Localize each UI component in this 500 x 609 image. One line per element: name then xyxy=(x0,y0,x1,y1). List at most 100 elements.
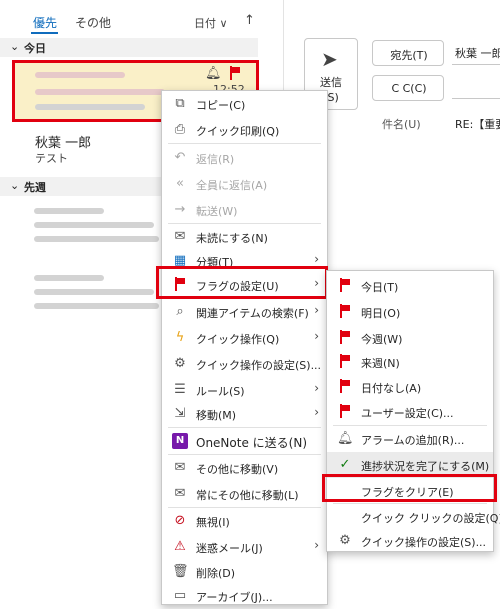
flag-icon xyxy=(337,304,353,320)
flag-item-this-week[interactable]: 今週(W) xyxy=(327,325,493,351)
junk-icon: ⚠ xyxy=(174,539,186,554)
copy-icon: ⧉ xyxy=(175,96,185,111)
bell-icon: 🔔︎ xyxy=(205,66,222,81)
ignore-icon: ⊘ xyxy=(174,513,186,528)
cc-button[interactable]: C C(C) xyxy=(372,75,444,101)
menu-item-label: ルール(S) xyxy=(196,385,245,398)
menu-item-label: 転送(W) xyxy=(196,205,238,218)
move-icon: ⇲ xyxy=(174,406,186,421)
menu-item-label: 常にその他に移動(L) xyxy=(196,489,299,502)
sort-direction-icon[interactable]: ↑ xyxy=(244,13,255,28)
menu-item-rules[interactable]: ☰ ルール(S) › xyxy=(162,377,327,403)
archive-icon: ▭ xyxy=(173,588,187,603)
menu-item-junk[interactable]: ⚠ 迷惑メール(J) › xyxy=(162,534,327,560)
menu-item-label: 進捗状況を完了にする(M) xyxy=(361,460,490,473)
chevron-right-icon: › xyxy=(314,538,319,552)
flag-item-quick-click-settings[interactable]: クイック クリックの設定(Q)... xyxy=(327,504,500,530)
lightning-icon: ϟ xyxy=(175,330,185,345)
menu-item-ignore[interactable]: ⊘ 無視(I) xyxy=(162,508,327,534)
to-field[interactable]: 秋葉 一郎 xyxy=(455,45,500,61)
menu-item-label: 無視(I) xyxy=(196,516,230,529)
blurred-preview xyxy=(34,303,159,309)
reply-all-icon: « xyxy=(176,176,184,191)
menu-item-label: 今日(T) xyxy=(361,281,399,294)
tab-focused[interactable]: 優先 xyxy=(33,14,57,31)
flag-item-quick-steps-settings[interactable]: ⚙ クイック操作の設定(S)... xyxy=(327,528,493,554)
menu-item-quick-steps[interactable]: ϟ クイック操作(Q) › xyxy=(162,325,327,351)
trash-icon: 🗑︎ xyxy=(172,564,189,579)
to-button[interactable]: 宛先(T) xyxy=(372,40,444,66)
chevron-right-icon: › xyxy=(314,405,319,419)
message-subject: テスト xyxy=(35,152,68,165)
menu-item-label: 関連アイテムの検索(F) xyxy=(196,307,309,320)
menu-item-find-related[interactable]: ⌕ 関連アイテムの検索(F) › xyxy=(162,299,327,325)
related-search-icon: ⌕ xyxy=(176,304,184,319)
cc-label: C C(C) xyxy=(391,82,427,95)
menu-item-label: クイック印刷(Q) xyxy=(196,125,280,138)
always-move-other-icon: ✉ xyxy=(174,486,186,501)
blurred-preview xyxy=(34,236,159,242)
menu-item-send-to-onenote[interactable]: N OneNote に送る(N) xyxy=(162,428,327,454)
context-menu: ⧉ コピー(C) ⎙ クイック印刷(Q) ↶ 返信(R) « 全員に返信(A) → 転送(… xyxy=(161,90,328,605)
chevron-right-icon: › xyxy=(314,329,319,343)
chevron-down-icon: ⌄ xyxy=(10,40,20,53)
menu-item-label: クイック操作(Q) xyxy=(196,333,280,346)
to-field-underline xyxy=(452,64,500,65)
menu-item-move-to-other[interactable]: ✉ その他に移動(V) xyxy=(162,455,327,481)
group-label-last-week: 先週 xyxy=(24,181,46,194)
menu-item-label: 明日(O) xyxy=(361,307,401,320)
menu-item-quick-steps-settings[interactable]: ⚙ クイック操作の設定(S)... xyxy=(162,351,327,377)
tab-other[interactable]: その他 xyxy=(75,14,111,31)
menu-item-move[interactable]: ⇲ 移動(M) › xyxy=(162,401,327,427)
flag-item-tomorrow[interactable]: 明日(O) xyxy=(327,299,493,325)
flag-item-next-week[interactable]: 来週(N) xyxy=(327,349,493,375)
blurred-subject xyxy=(34,222,154,228)
reply-icon: ↶ xyxy=(174,150,186,165)
menu-item-label: クイック クリックの設定(Q)... xyxy=(361,512,500,525)
highlight-clear-flag-item xyxy=(322,474,497,502)
menu-item-reply-all: « 全員に返信(A) xyxy=(162,171,327,197)
flag-submenu: 今日(T) 明日(O) 今週(W) 来週(N) 日付なし(A) ユーザー設定(C… xyxy=(326,270,500,554)
blurred-subject xyxy=(35,89,165,95)
gear-icon: ⚙ xyxy=(339,533,351,548)
menu-item-always-move-to-other[interactable]: ✉ 常にその他に移動(L) xyxy=(162,481,327,507)
tab-focused-underline xyxy=(31,32,58,34)
move-other-icon: ✉ xyxy=(174,460,186,475)
menu-item-label: 全員に返信(A) xyxy=(196,179,268,192)
chevron-down-icon: ⌄ xyxy=(10,179,20,192)
flag-icon[interactable] xyxy=(229,66,241,83)
menu-item-label: 未読にする(N) xyxy=(196,232,268,245)
blurred-subject xyxy=(34,289,154,295)
blurred-sender xyxy=(34,275,104,281)
chevron-right-icon: › xyxy=(314,303,319,317)
menu-divider xyxy=(168,143,321,144)
send-icon: ➤ xyxy=(321,47,338,71)
flag-icon xyxy=(337,354,353,370)
bell-icon: 🔔︎ xyxy=(337,431,354,446)
to-label: 宛先(T) xyxy=(390,49,428,62)
flag-icon xyxy=(337,404,353,420)
menu-item-label: 日付なし(A) xyxy=(361,382,422,395)
highlight-flag-menu-item xyxy=(156,266,328,299)
blurred-preview xyxy=(35,104,145,110)
message-sender: 秋葉 一郎 xyxy=(35,136,92,151)
sort-by-date-button[interactable]: 日付 ∨ xyxy=(194,15,228,31)
cc-field-underline xyxy=(452,98,500,99)
flag-item-no-date[interactable]: 日付なし(A) xyxy=(327,374,493,400)
menu-item-delete[interactable]: 🗑︎ 削除(D) xyxy=(162,559,327,585)
forward-icon: → xyxy=(174,202,186,217)
print-icon: ⎙ xyxy=(174,122,186,137)
menu-item-quick-print[interactable]: ⎙ クイック印刷(Q) xyxy=(162,117,327,143)
flag-item-custom[interactable]: ユーザー設定(C)... xyxy=(327,399,493,425)
subject-field[interactable]: RE:【重要 xyxy=(455,116,500,132)
flag-item-add-reminder[interactable]: 🔔︎ アラームの追加(R)... xyxy=(327,426,493,452)
flag-item-today[interactable]: 今日(T) xyxy=(327,273,493,299)
menu-item-mark-unread[interactable]: ✉ 未読にする(N) xyxy=(162,224,327,250)
menu-item-archive[interactable]: ▭ アーカイブ(J)... xyxy=(162,583,327,609)
menu-item-label: OneNote に送る(N) xyxy=(196,436,307,450)
flag-icon xyxy=(337,278,353,294)
envelope-icon: ✉ xyxy=(174,229,186,244)
menu-item-label: クイック操作の設定(S)... xyxy=(361,536,487,549)
group-header-today[interactable]: ⌄ 今日 xyxy=(0,38,258,57)
menu-item-copy[interactable]: ⧉ コピー(C) xyxy=(162,91,327,117)
